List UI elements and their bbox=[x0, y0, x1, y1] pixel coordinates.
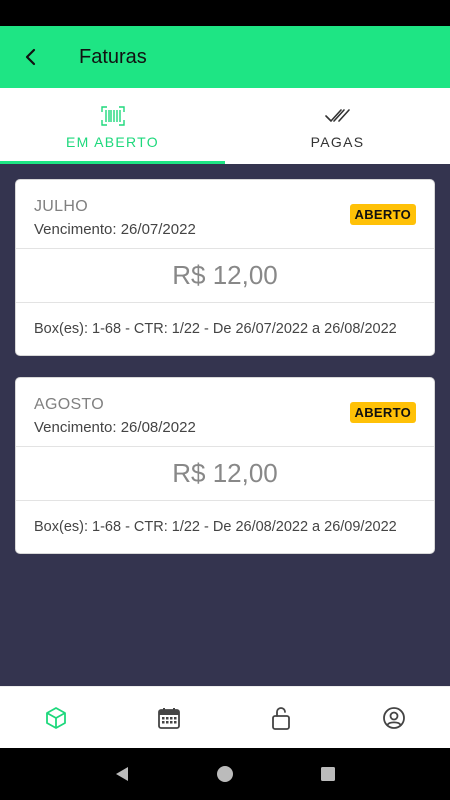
back-button[interactable] bbox=[0, 26, 62, 88]
calendar-icon bbox=[157, 707, 180, 729]
tab-label: EM ABERTO bbox=[66, 133, 159, 150]
invoice-card[interactable]: AGOSTO Vencimento: 26/08/2022 ABERTO R$ … bbox=[15, 377, 435, 554]
invoice-amount: R$ 12,00 bbox=[16, 249, 434, 303]
status-bar bbox=[0, 0, 450, 26]
triangle-back-icon bbox=[115, 767, 128, 781]
barcode-icon bbox=[100, 105, 125, 126]
invoice-header: JULHO Vencimento: 26/07/2022 ABERTO bbox=[16, 180, 434, 249]
circle-home-icon bbox=[216, 766, 233, 782]
invoice-list: JULHO Vencimento: 26/07/2022 ABERTO R$ 1… bbox=[0, 164, 450, 686]
system-home-button[interactable] bbox=[205, 754, 245, 794]
invoice-details: Box(es): 1-68 - CTR: 1/22 - De 26/08/202… bbox=[34, 519, 397, 535]
square-recents-icon bbox=[321, 767, 336, 781]
bottom-navigation bbox=[0, 686, 450, 748]
tab-em-aberto[interactable]: EM ABERTO bbox=[0, 88, 225, 164]
nav-item-boxes[interactable] bbox=[0, 687, 113, 748]
nav-item-access[interactable] bbox=[225, 687, 338, 748]
tab-label: PAGAS bbox=[310, 133, 365, 150]
system-recents-button[interactable] bbox=[308, 754, 348, 794]
unlock-icon bbox=[272, 706, 291, 730]
status-badge: ABERTO bbox=[349, 402, 416, 423]
app-bar: Faturas bbox=[0, 26, 450, 88]
arrow-left-icon bbox=[25, 48, 36, 66]
page-title: Faturas bbox=[79, 45, 147, 68]
system-navigation-bar bbox=[0, 748, 450, 800]
double-check-icon bbox=[324, 108, 350, 122]
box-icon bbox=[46, 706, 67, 729]
invoice-header: AGOSTO Vencimento: 26/08/2022 ABERTO bbox=[16, 378, 434, 447]
system-back-button[interactable] bbox=[102, 754, 142, 794]
nav-item-calendar[interactable] bbox=[113, 687, 226, 748]
nav-item-profile[interactable] bbox=[338, 687, 450, 748]
status-badge: ABERTO bbox=[349, 204, 416, 225]
invoice-details: Box(es): 1-68 - CTR: 1/22 - De 26/07/202… bbox=[34, 321, 397, 337]
account-icon bbox=[382, 706, 405, 729]
tab-bar: EM ABERTO PAGAS bbox=[0, 88, 450, 164]
invoice-amount: R$ 12,00 bbox=[16, 447, 434, 501]
invoice-card[interactable]: JULHO Vencimento: 26/07/2022 ABERTO R$ 1… bbox=[15, 179, 435, 356]
tab-pagas[interactable]: PAGAS bbox=[225, 88, 450, 164]
